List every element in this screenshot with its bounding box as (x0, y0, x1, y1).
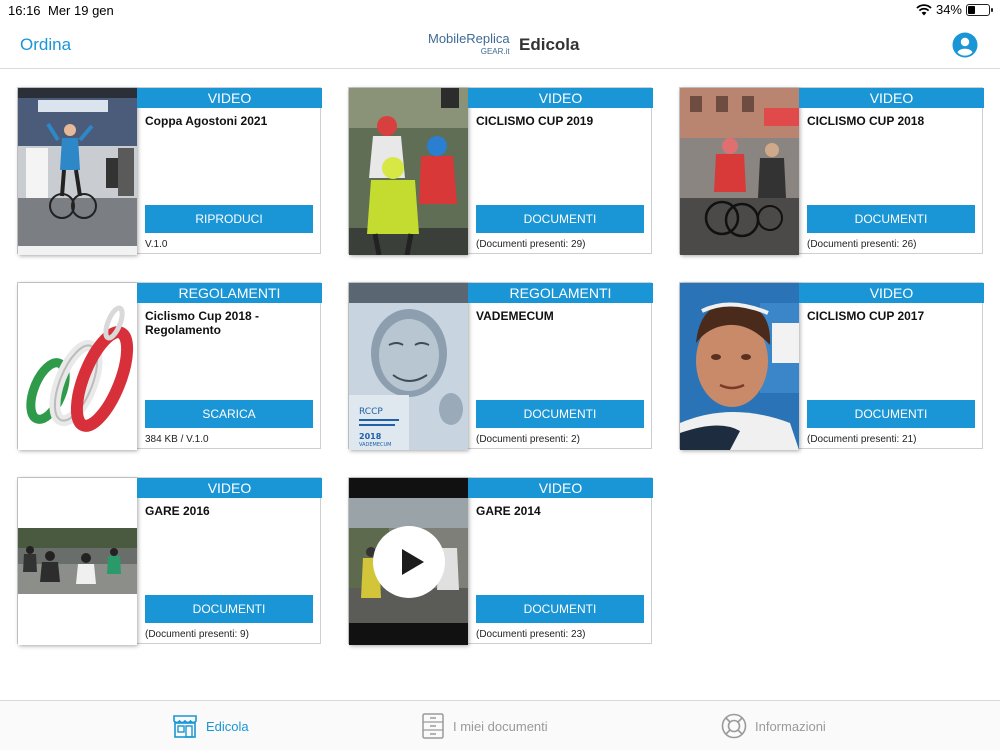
documents-button[interactable]: DOCUMENTI (476, 595, 644, 623)
lifebuoy-icon (721, 713, 747, 739)
card-meta: (Documenti presenti: 9) (145, 629, 249, 640)
card-title: Coppa Agostoni 2021 (145, 114, 268, 128)
card-thumbnail (349, 478, 468, 645)
card-gare-2016[interactable]: VIDEO GARE 2016 DOCUMENTI (Documenti pre… (17, 477, 322, 645)
card-thumbnail: RCCP 2018 VADEMECUM (349, 283, 468, 450)
battery-percent: 34% (935, 2, 962, 17)
card-thumbnail (349, 88, 468, 255)
page-title: Edicola (519, 35, 580, 54)
card-title: GARE 2016 (145, 504, 210, 518)
tab-label: Informazioni (755, 718, 826, 734)
vademecum-label: VADEMECUM (359, 442, 391, 448)
card-ciclismo-cup-2017[interactable]: VIDEO CICLISMO CUP 2017 DOCUMENTI (Docum… (679, 282, 984, 450)
card-meta: V.1.0 (145, 239, 168, 250)
status-bar: 16:16 Mer 19 gen 34% (0, 0, 1000, 22)
status-right: 34% (916, 2, 993, 17)
profile-icon[interactable] (952, 32, 978, 58)
tab-information[interactable]: Informazioni (721, 713, 826, 739)
card-meta: (Documenti presenti: 2) (476, 434, 580, 445)
download-button[interactable]: SCARICA (145, 400, 313, 428)
category-banner: REGOLAMENTI (468, 283, 653, 303)
category-banner: REGOLAMENTI (137, 283, 322, 303)
card-thumbnail (18, 283, 137, 450)
category-banner: VIDEO (468, 88, 653, 108)
brand-name: MobileReplica (428, 31, 510, 46)
tricolor-logo-image (18, 283, 137, 450)
card-title: Ciclismo Cup 2018 - Regolamento (145, 309, 260, 337)
play-icon[interactable] (373, 526, 445, 598)
documents-button[interactable]: DOCUMENTI (807, 400, 975, 428)
tab-label: I miei documenti (453, 718, 548, 734)
vademecum-cover-image: RCCP 2018 VADEMECUM (349, 283, 468, 450)
navigation-bar: Ordina MobileReplica GEAR.it Edicola (0, 22, 1000, 69)
brand-logo: MobileReplica GEAR.it (428, 32, 510, 56)
card-vademecum[interactable]: RCCP 2018 VADEMECUM REGOLAMENTI VADEMECU… (348, 282, 653, 450)
cyclists-race-image (349, 88, 468, 255)
tab-my-documents[interactable]: I miei documenti (421, 713, 548, 739)
documents-button[interactable]: DOCUMENTI (476, 205, 644, 233)
card-coppa-agostoni-2021[interactable]: VIDEO Coppa Agostoni 2021 RIPRODUCI V.1.… (17, 87, 322, 255)
battery-icon (966, 3, 993, 16)
category-banner: VIDEO (799, 88, 984, 108)
rccp-label: RCCP (359, 407, 383, 417)
card-meta: (Documenti presenti: 21) (807, 434, 917, 445)
category-banner: VIDEO (137, 88, 322, 108)
card-ciclismo-cup-2018-regolamento[interactable]: REGOLAMENTI Ciclismo Cup 2018 - Regolame… (17, 282, 322, 450)
documents-button[interactable]: DOCUMENTI (145, 595, 313, 623)
card-title: CICLISMO CUP 2017 (807, 309, 925, 323)
card-title: VADEMECUM (476, 309, 554, 323)
tab-edicola[interactable]: Edicola (172, 713, 249, 739)
card-title: GARE 2014 (476, 504, 541, 518)
card-gare-2014[interactable]: VIDEO GARE 2014 DOCUMENTI (Documenti pre… (348, 477, 653, 645)
card-thumbnail (680, 283, 799, 450)
card-meta: (Documenti presenti: 29) (476, 239, 586, 250)
cyclists-street-image (680, 88, 799, 255)
status-time: 16:16 (8, 3, 41, 18)
cabinet-icon (422, 713, 444, 739)
documents-button[interactable]: DOCUMENTI (476, 400, 644, 428)
cyclist-portrait-image (680, 283, 799, 450)
tab-bar: Edicola I miei documenti Informazioni (0, 700, 1000, 750)
sort-button[interactable]: Ordina (20, 35, 71, 55)
status-date: Mer 19 gen (48, 3, 114, 18)
card-thumbnail (680, 88, 799, 255)
newsstand-icon (173, 715, 197, 738)
card-meta: (Documenti presenti: 26) (807, 239, 917, 250)
documents-button[interactable]: DOCUMENTI (807, 205, 975, 233)
race-video-frame-image (18, 478, 137, 645)
card-ciclismo-cup-2018[interactable]: VIDEO CICLISMO CUP 2018 DOCUMENTI (Docum… (679, 87, 984, 255)
year-label: 2018 (359, 432, 382, 441)
card-title: CICLISMO CUP 2019 (476, 114, 594, 128)
battery-level (968, 5, 975, 14)
category-banner: VIDEO (799, 283, 984, 303)
brand-subtitle: GEAR.it (480, 47, 510, 56)
card-thumbnail (18, 478, 137, 645)
wifi-icon (916, 3, 932, 15)
card-ciclismo-cup-2019[interactable]: VIDEO CICLISMO CUP 2019 DOCUMENTI (Docum… (348, 87, 653, 255)
card-meta: (Documenti presenti: 23) (476, 629, 586, 640)
play-button[interactable]: RIPRODUCI (145, 205, 313, 233)
card-title: CICLISMO CUP 2018 (807, 114, 925, 128)
category-banner: VIDEO (468, 478, 653, 498)
tab-label: Edicola (206, 718, 249, 734)
card-thumbnail (18, 88, 137, 255)
category-banner: VIDEO (137, 478, 322, 498)
card-meta: 384 KB / V.1.0 (145, 434, 209, 445)
cyclist-finish-image (18, 88, 137, 255)
